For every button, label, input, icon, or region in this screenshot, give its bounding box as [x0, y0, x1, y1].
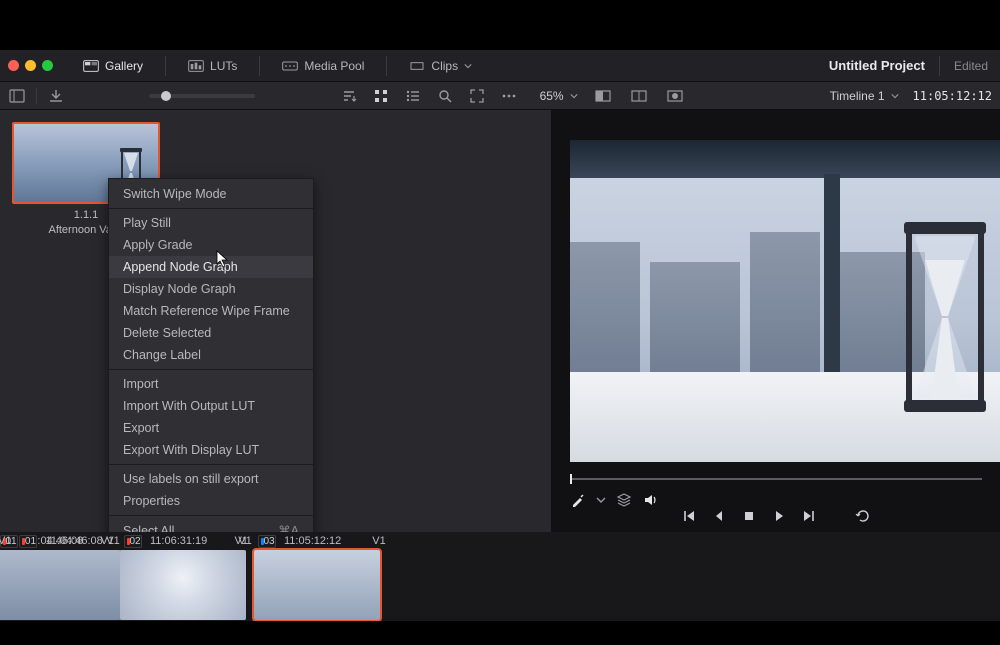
ctx-append-node-graph[interactable]: Append Node Graph [109, 256, 313, 278]
step-back-button[interactable] [711, 508, 727, 524]
clip-badge: 01 [19, 535, 37, 548]
context-menu-separator [109, 464, 313, 465]
media-pool-icon [282, 60, 298, 72]
viewer-scrubber[interactable] [570, 474, 982, 484]
stop-button[interactable] [741, 508, 757, 524]
viewer-controls [570, 492, 982, 516]
chevron-down-icon [570, 89, 578, 103]
first-frame-button[interactable] [681, 508, 697, 524]
chevron-down-icon [464, 59, 472, 73]
divider [36, 88, 37, 104]
context-menu-separator [109, 208, 313, 209]
loop-button[interactable] [855, 508, 871, 524]
clip-timecode: 11:04:46:08 [45, 535, 102, 547]
divider [939, 56, 940, 76]
clip-badge: 02 [124, 535, 142, 548]
clip-thumbnail-selected[interactable] [254, 550, 380, 620]
clip-track-label: V1 [362, 532, 396, 550]
tab-media-pool[interactable]: Media Pool [276, 55, 370, 77]
clip-timecode: 11:06:31:19 [150, 535, 207, 547]
ctx-import[interactable]: Import [109, 373, 313, 395]
viewer-timecode[interactable]: 11:05:12:12 [913, 89, 994, 103]
tab-clips[interactable]: Clips [403, 55, 478, 77]
divider [165, 56, 166, 76]
ctx-change-label[interactable]: Change Label [109, 344, 313, 366]
ctx-match-reference-wipe-frame[interactable]: Match Reference Wipe Frame [109, 300, 313, 322]
context-menu-separator [109, 515, 313, 516]
gallery-icon [83, 60, 99, 72]
search-button[interactable] [434, 85, 456, 107]
minimize-window-button[interactable] [25, 60, 36, 71]
viewer-canvas[interactable] [570, 140, 1000, 462]
scrub-playhead[interactable] [570, 474, 572, 484]
tab-media-pool-label: Media Pool [304, 59, 364, 73]
grid-view-button[interactable] [370, 85, 392, 107]
expand-button[interactable] [466, 85, 488, 107]
context-menu-separator [109, 369, 313, 370]
import-still-button[interactable] [45, 85, 67, 107]
strip-bottom-mask [0, 621, 1000, 645]
tab-luts[interactable]: LUTs [182, 55, 243, 77]
chevron-down-icon [891, 89, 899, 103]
titlebar: Gallery LUTs Media Pool Clips [0, 50, 1000, 82]
context-menu: Switch Wipe Mode Play Still Apply Grade … [108, 178, 314, 591]
hourglass-graphic [900, 222, 990, 412]
ctx-apply-grade[interactable]: Apply Grade [109, 234, 313, 256]
ctx-play-still[interactable]: Play Still [109, 212, 313, 234]
divider [259, 56, 260, 76]
ctx-properties[interactable]: Properties [109, 490, 313, 512]
timeline-selector[interactable]: Timeline 1 [830, 89, 899, 103]
clip-badge: 03 [258, 535, 276, 548]
thumbnail-timeline: V1 01 11:04:46:08 V1 V1 01 11:04:46:08 V… [0, 532, 1000, 645]
clip-thumbnail[interactable] [120, 550, 246, 620]
clips-icon [409, 60, 425, 72]
list-view-button[interactable] [402, 85, 424, 107]
divider [386, 56, 387, 76]
speaker-icon[interactable] [642, 492, 658, 508]
project-title: Untitled Project [829, 58, 925, 73]
ctx-use-labels-on-still-export[interactable]: Use labels on still export [109, 468, 313, 490]
viewer-mode-c-button[interactable] [664, 85, 686, 107]
ctx-display-node-graph[interactable]: Display Node Graph [109, 278, 313, 300]
slider-knob[interactable] [161, 91, 171, 101]
last-frame-button[interactable] [801, 508, 817, 524]
luts-icon [188, 60, 204, 72]
zoom-window-button[interactable] [42, 60, 53, 71]
zoom-value: 65% [540, 89, 564, 103]
ctx-export[interactable]: Export [109, 417, 313, 439]
window-controls [0, 60, 53, 71]
tab-luts-label: LUTs [210, 59, 237, 73]
toolbar: 65% Timeline 1 11:05:12:12 [0, 82, 1000, 110]
color-picker-icon[interactable] [570, 492, 586, 508]
layers-icon[interactable] [616, 492, 632, 508]
sort-button[interactable] [338, 85, 360, 107]
workspace-tabs: Gallery LUTs Media Pool Clips [77, 55, 478, 77]
more-button[interactable] [498, 85, 520, 107]
scrub-track [570, 478, 982, 480]
ctx-export-with-display-lut[interactable]: Export With Display LUT [109, 439, 313, 461]
viewer-zoom[interactable]: 65% [540, 89, 578, 103]
viewer-mode-b-button[interactable] [628, 85, 650, 107]
ctx-delete-selected[interactable]: Delete Selected [109, 322, 313, 344]
thumbnail-size-slider[interactable] [149, 94, 255, 98]
clip-track: V1 [0, 535, 11, 547]
ctx-import-with-output-lut[interactable]: Import With Output LUT [109, 395, 313, 417]
clip-thumbnail[interactable] [0, 550, 120, 620]
tab-gallery-label: Gallery [105, 59, 143, 73]
ctx-switch-wipe-mode[interactable]: Switch Wipe Mode [109, 183, 313, 205]
chevron-down-icon[interactable] [596, 495, 606, 505]
viewer-mode-a-button[interactable] [592, 85, 614, 107]
stills-albums-button[interactable] [6, 85, 28, 107]
close-window-button[interactable] [8, 60, 19, 71]
tab-clips-label: Clips [431, 59, 458, 73]
viewer-pane [552, 110, 1000, 532]
play-button[interactable] [771, 508, 787, 524]
clip-timecode: 11:05:12:12 [284, 535, 341, 547]
timeline-name-label: Timeline 1 [830, 89, 885, 103]
project-status: Edited [954, 59, 988, 73]
tab-gallery[interactable]: Gallery [77, 55, 149, 77]
